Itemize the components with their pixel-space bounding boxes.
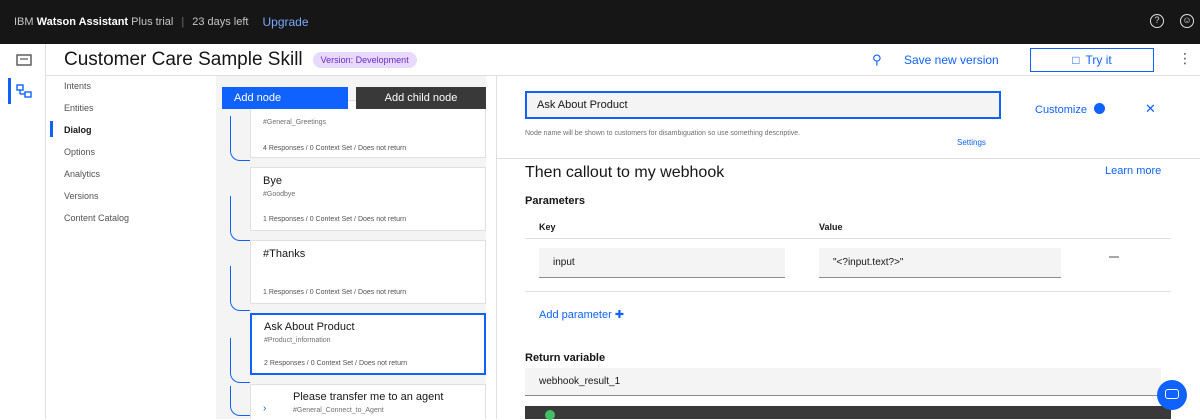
brand-name: Watson Assistant [36,16,129,28]
chat-icon: □ [1072,53,1080,67]
dialog-tree: #General_Greetings 4 Responses / 0 Conte… [216,76,486,419]
node-condition: #Product_information [264,337,331,344]
try-it-label: Try it [1085,53,1112,67]
rail-active-indicator [8,78,11,104]
return-variable-input[interactable]: webhook_result_1 [525,368,1161,396]
dialog-node[interactable]: Bye #Goodbye 1 Responses / 0 Context Set… [250,167,486,231]
node-footer: 2 Responses / 0 Context Set / Does not r… [264,360,408,367]
nav-active-indicator [50,121,53,137]
add-child-node-button[interactable]: Add child node [356,87,486,109]
nav-item-entities[interactable]: Entities [64,103,94,113]
top-bar: IBM Watson Assistant Plus trial | 23 day… [0,0,1200,44]
tree-connector [230,196,250,241]
tree-connector [230,386,250,416]
skill-nav: Intents Entities Dialog Options Analytic… [46,76,216,419]
left-rail [0,44,46,419]
node-condition: #General_Greetings [263,119,327,126]
value-column-header: Value [819,222,843,232]
nav-item-dialog[interactable]: Dialog [64,125,92,135]
version-badge: Version: Development [312,51,417,68]
chat-launcher-button[interactable] [1157,380,1187,410]
nav-item-options[interactable]: Options [64,147,95,157]
key-column-header: Key [539,222,556,232]
divider [497,158,1200,159]
plus-icon: ✚ [614,309,625,321]
gear-icon[interactable] [1094,103,1105,114]
account-icon[interactable]: ☺ [1180,14,1194,28]
param-key-input[interactable]: input [539,248,785,278]
separator: | [181,16,185,28]
chevron-right-icon[interactable]: › [263,403,266,414]
add-parameter-button[interactable]: Add parameter ✚ [539,308,624,321]
save-version-button[interactable]: Save new version [904,53,999,67]
node-name-input[interactable]: Ask About Product [525,91,1001,119]
node-title: Ask About Product [264,321,355,333]
node-footer: 1 Responses / 0 Context Set / Does not r… [263,289,407,296]
param-value-input[interactable]: "<?input.text?>" [819,248,1061,278]
node-title: #Thanks [263,248,306,260]
learn-more-link[interactable]: Learn more [1105,165,1161,177]
node-footer: 4 Responses / 0 Context Set / Does not r… [263,145,407,152]
assistants-icon[interactable] [16,54,32,68]
node-title: Bye [263,175,282,187]
node-condition: #Goodbye [263,191,296,198]
plan-label: Plus trial [131,16,174,28]
brand-prefix: IBM [14,16,34,28]
dialog-node-selected[interactable]: Ask About Product #Product_information 2… [250,313,486,375]
divider [525,291,1171,292]
divider [525,238,1171,239]
notification-banner [525,406,1171,420]
upgrade-link[interactable]: Upgrade [262,15,308,29]
return-variable-label: Return variable [525,352,606,364]
node-title: Please transfer me to an agent [293,391,444,403]
overflow-menu-icon[interactable]: ⋮ [1178,50,1192,67]
node-name-helper: Node name will be shown to customers for… [525,130,801,137]
add-parameter-label: Add parameter [539,309,612,321]
tree-connector [230,116,250,161]
try-it-button[interactable]: □ Try it [1030,48,1154,72]
help-icon[interactable]: ? [1150,14,1164,28]
customize-link[interactable]: Customize [1035,104,1087,116]
skills-icon[interactable] [16,84,32,98]
node-footer: 1 Responses / 0 Context Set / Does not r… [263,216,407,223]
node-editor-panel: Ask About Product Node name will be show… [496,76,1200,420]
search-icon[interactable]: ⚲ [872,52,882,68]
nav-item-versions[interactable]: Versions [64,191,99,201]
chat-bubble-icon [1165,389,1179,399]
nav-item-analytics[interactable]: Analytics [64,169,100,179]
close-icon[interactable]: ✕ [1145,101,1156,117]
dialog-node[interactable]: #Thanks 1 Responses / 0 Context Set / Do… [250,240,486,304]
brand: IBM Watson Assistant Plus trial [14,16,173,28]
remove-parameter-icon[interactable] [1109,256,1119,258]
tree-connector [230,338,250,383]
webhook-section-title: Then callout to my webhook [525,164,725,181]
trial-days-left: 23 days left [192,16,249,28]
skill-header: Customer Care Sample Skill Version: Deve… [46,44,1200,76]
tree-connector [230,266,250,311]
nav-item-intents[interactable]: Intents [64,81,91,91]
dialog-node[interactable]: › Please transfer me to an agent #Genera… [250,384,486,419]
node-condition: #General_Connect_to_Agent [293,407,384,414]
parameters-heading: Parameters [525,195,585,207]
add-node-button[interactable]: Add node [222,87,348,109]
settings-link[interactable]: Settings [957,138,986,147]
page-title: Customer Care Sample Skill [64,48,303,70]
nav-item-content-catalog[interactable]: Content Catalog [64,213,129,223]
